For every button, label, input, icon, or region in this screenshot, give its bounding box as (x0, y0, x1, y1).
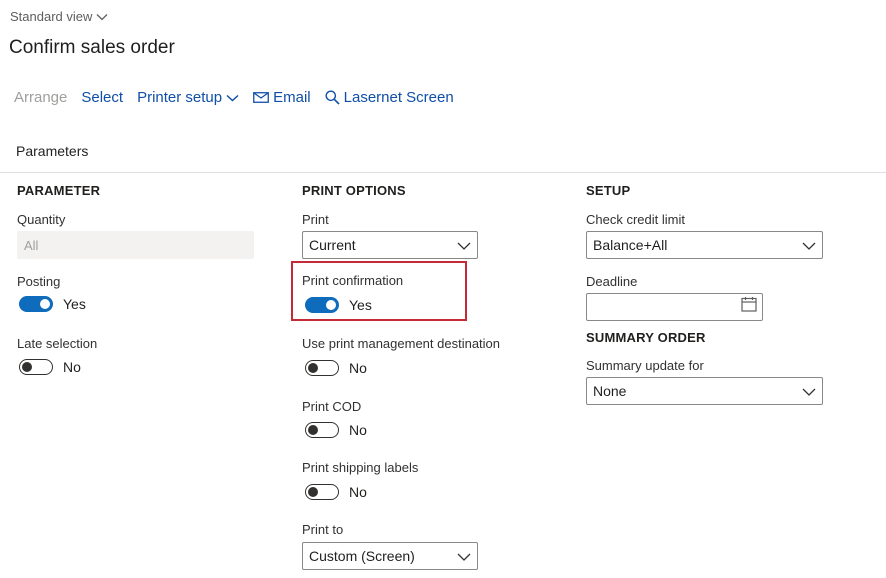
print-cod-toggle-row: No (305, 422, 367, 438)
check-credit-limit-label: Check credit limit (586, 212, 685, 227)
summary-update-value: None (593, 383, 627, 399)
section-divider (0, 172, 886, 173)
quantity-label: Quantity (17, 212, 66, 227)
print-confirmation-value: Yes (349, 297, 372, 313)
deadline-label: Deadline (586, 274, 638, 289)
printer-setup-label: Printer setup (137, 89, 223, 106)
summary-update-select[interactable]: None (586, 377, 823, 405)
check-credit-limit-value: Balance+All (593, 237, 668, 253)
print-confirmation-toggle[interactable] (305, 297, 339, 313)
print-shipping-labels-label: Print shipping labels (302, 460, 419, 475)
use-print-management-toggle-row: No (305, 360, 367, 376)
use-print-management-label: Use print management destination (302, 336, 501, 351)
print-options-heading: PRINT OPTIONS (302, 183, 406, 198)
use-print-management-value: No (349, 360, 367, 376)
toggle-knob (22, 361, 32, 372)
print-label: Print (302, 212, 329, 227)
print-confirmation-label: Print confirmation (302, 273, 404, 288)
chevron-down-icon (96, 9, 108, 24)
toggle-knob (308, 424, 318, 435)
lasernet-screen-button[interactable]: Lasernet Screen (325, 89, 454, 106)
print-confirmation-toggle-row: Yes (305, 297, 372, 313)
posting-label: Posting (17, 274, 61, 289)
posting-toggle[interactable] (19, 296, 53, 312)
print-shipping-labels-value: No (349, 484, 367, 500)
setup-heading: SETUP (586, 183, 631, 198)
view-selector[interactable]: Standard view (10, 9, 108, 24)
print-shipping-labels-toggle[interactable] (305, 484, 339, 500)
quantity-field: All (17, 231, 254, 259)
select-button[interactable]: Select (81, 89, 123, 106)
summary-update-label: Summary update for (586, 358, 704, 373)
deadline-date-input[interactable] (586, 293, 763, 321)
print-to-label: Print to (302, 522, 344, 537)
lasernet-label: Lasernet Screen (343, 89, 454, 106)
search-icon (325, 90, 340, 105)
chevron-down-icon (226, 94, 239, 102)
page-title: Confirm sales order (9, 37, 175, 58)
print-shipping-labels-toggle-row: No (305, 484, 367, 500)
print-to-select[interactable]: Custom (Screen) (302, 542, 478, 570)
print-cod-toggle[interactable] (305, 422, 339, 438)
action-toolbar: Arrange Select Printer setup Email Laser… (14, 89, 468, 106)
use-print-management-toggle[interactable] (305, 360, 339, 376)
summary-order-heading: SUMMARY ORDER (586, 330, 706, 345)
print-cod-value: No (349, 422, 367, 438)
late-selection-value: No (63, 359, 81, 375)
late-selection-label: Late selection (17, 336, 98, 351)
parameters-tab[interactable]: Parameters (16, 143, 88, 159)
arrange-button[interactable]: Arrange (14, 89, 67, 106)
late-selection-toggle[interactable] (19, 359, 53, 375)
chevron-down-icon (457, 548, 471, 564)
chevron-down-icon (457, 237, 471, 253)
check-credit-limit-select[interactable]: Balance+All (586, 231, 823, 259)
toggle-knob (40, 299, 50, 309)
toggle-knob (308, 362, 318, 373)
toggle-knob (326, 300, 336, 310)
email-button[interactable]: Email (253, 89, 311, 106)
chevron-down-icon (802, 237, 816, 253)
print-select-value: Current (309, 237, 356, 253)
calendar-icon[interactable] (741, 297, 757, 317)
select-label: Select (81, 89, 124, 106)
print-cod-label: Print COD (302, 399, 362, 414)
posting-value: Yes (63, 296, 86, 312)
posting-toggle-row: Yes (19, 296, 86, 312)
chevron-down-icon (802, 383, 816, 399)
toggle-knob (308, 486, 318, 497)
view-label: Standard view (10, 9, 93, 24)
mail-icon (253, 92, 270, 103)
print-select[interactable]: Current (302, 231, 478, 259)
parameter-heading: PARAMETER (17, 183, 101, 198)
late-selection-toggle-row: No (19, 359, 81, 375)
print-to-value: Custom (Screen) (309, 548, 415, 564)
arrange-label: Arrange (14, 89, 68, 106)
printer-setup-button[interactable]: Printer setup (137, 89, 239, 106)
email-label: Email (273, 89, 311, 106)
quantity-value: All (24, 237, 39, 253)
